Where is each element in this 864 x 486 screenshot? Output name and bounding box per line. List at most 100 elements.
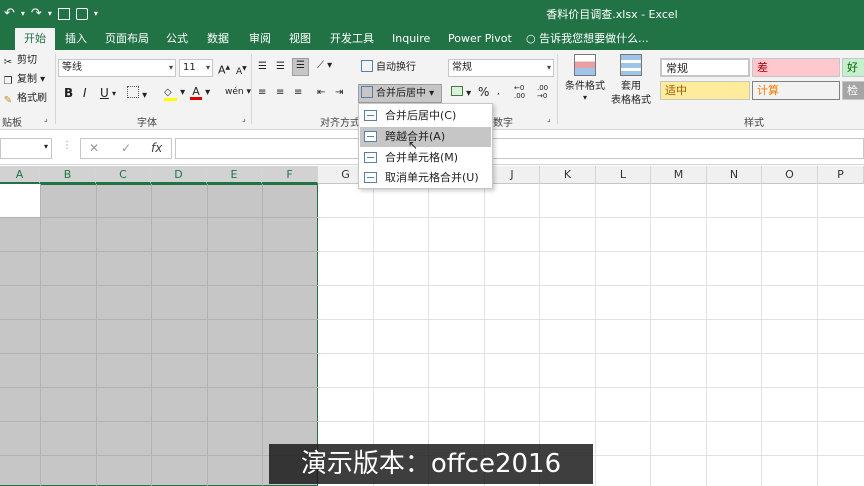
percent-button[interactable]: % bbox=[478, 85, 489, 99]
column-header-l[interactable]: L bbox=[596, 166, 651, 184]
menu-item-merge-cells[interactable]: 合并单元格(M) bbox=[360, 148, 491, 168]
align-left-icon[interactable]: ≡ bbox=[258, 86, 266, 100]
decrease-decimal-icon[interactable]: .00 →0 bbox=[537, 84, 548, 100]
comma-style-icon[interactable]: , bbox=[497, 85, 500, 99]
name-box[interactable]: ▾ bbox=[0, 138, 52, 159]
gridline bbox=[484, 184, 485, 486]
align-center-icon[interactable]: ≡ bbox=[276, 86, 284, 100]
column-header-d[interactable]: D bbox=[151, 166, 207, 184]
tab-view[interactable]: 视图 bbox=[280, 28, 320, 50]
tell-me-box[interactable]: ○ 告诉我您想要做什么... bbox=[526, 28, 649, 50]
format-painter-label: 格式刷 bbox=[17, 93, 47, 104]
gridline bbox=[0, 217, 318, 218]
menu-item-unmerge-cells[interactable]: 取消单元格合并(U) bbox=[360, 168, 491, 188]
window-title: 香料价目调查.xlsx - Excel bbox=[546, 8, 678, 21]
worksheet-grid[interactable]: A B C D E F G H I J K L M N O P bbox=[0, 166, 864, 486]
format-as-table-label-2: 表格格式 bbox=[611, 95, 651, 106]
tab-review[interactable]: 审阅 bbox=[240, 28, 280, 50]
separator bbox=[557, 54, 558, 124]
formula-bar-resize-handle[interactable]: ⋮ bbox=[62, 140, 72, 151]
clipboard-group-label: 贴板 bbox=[2, 118, 22, 129]
font-launcher-icon[interactable]: ⌟ bbox=[242, 114, 246, 123]
tab-page-layout[interactable]: 页面布局 bbox=[96, 28, 158, 50]
phonetic-button[interactable]: wén ▾ bbox=[225, 85, 251, 99]
selected-range[interactable] bbox=[0, 184, 318, 486]
column-header-f[interactable]: F bbox=[262, 166, 318, 184]
gridline bbox=[428, 184, 429, 486]
number-format-combo[interactable]: 常规 ▾ bbox=[448, 59, 554, 77]
orientation-icon[interactable]: ⟋ ▾ bbox=[317, 59, 332, 73]
gridline bbox=[207, 184, 208, 486]
tab-data[interactable]: 数据 bbox=[198, 28, 238, 50]
borders-button[interactable]: ▾ bbox=[127, 86, 147, 103]
tab-formulas[interactable]: 公式 bbox=[157, 28, 197, 50]
tab-home[interactable]: 开始 bbox=[15, 28, 55, 50]
italic-button[interactable]: I bbox=[83, 86, 87, 100]
fill-color-button[interactable]: ◇ ▾ bbox=[164, 86, 185, 101]
formula-buttons: ✕ ✓ fx bbox=[80, 138, 172, 159]
underline-button[interactable]: U bbox=[100, 86, 109, 100]
conditional-formatting-button[interactable]: 条件格式 ▾ bbox=[562, 54, 608, 102]
shrink-font-button[interactable]: A▼ bbox=[236, 62, 247, 79]
menu-item-merge-center[interactable]: 合并后居中(C) bbox=[360, 106, 491, 126]
style-good[interactable]: 好 bbox=[842, 58, 864, 77]
column-header-m[interactable]: M bbox=[651, 166, 707, 184]
font-name-combo[interactable]: 等线 ▾ bbox=[58, 59, 176, 77]
tab-developer[interactable]: 开发工具 bbox=[321, 28, 383, 50]
increase-indent-icon[interactable]: ⇥ bbox=[335, 86, 343, 100]
formula-input[interactable] bbox=[175, 138, 864, 159]
column-header-a[interactable]: A bbox=[0, 166, 40, 184]
format-as-table-button[interactable]: 套用 表格格式 bbox=[607, 54, 655, 108]
style-check-cell[interactable]: 检 bbox=[842, 81, 864, 100]
styles-group-label: 样式 bbox=[744, 118, 764, 129]
merge-center-button[interactable]: 合并后居中 ▾ bbox=[358, 84, 442, 103]
column-header-k[interactable]: K bbox=[540, 166, 596, 184]
column-header-j[interactable]: J bbox=[485, 166, 540, 184]
underline-dropdown-icon[interactable]: ▾ bbox=[112, 87, 116, 101]
ribbon-tabs: 开始 插入 页面布局 公式 数据 审阅 视图 开发工具 Inquire Powe… bbox=[0, 27, 864, 50]
menu-item-merge-across[interactable]: 跨越合并(A) ↖ bbox=[360, 127, 491, 152]
style-neutral[interactable]: 适中 bbox=[660, 81, 750, 100]
grow-font-button[interactable]: A▲ bbox=[218, 61, 230, 78]
column-header-n[interactable]: N bbox=[707, 166, 762, 184]
decrease-indent-icon[interactable]: ⇤ bbox=[317, 86, 325, 100]
style-normal[interactable]: 常规 bbox=[660, 58, 750, 77]
alignment-group-label: 对齐方式 bbox=[320, 118, 360, 129]
style-calculation[interactable]: 计算 bbox=[752, 81, 840, 100]
copy-button[interactable]: ❐ 复制 ▾ bbox=[2, 73, 46, 88]
borders-icon bbox=[127, 86, 139, 98]
currency-icon bbox=[451, 86, 463, 96]
column-header-c[interactable]: C bbox=[96, 166, 151, 184]
cut-button[interactable]: ✂ 剪切 bbox=[2, 54, 37, 69]
format-painter-button[interactable]: ✎ 格式刷 bbox=[2, 92, 47, 107]
tab-power-pivot[interactable]: Power Pivot bbox=[439, 28, 521, 50]
column-header-o[interactable]: O bbox=[762, 166, 818, 184]
increase-decimal-icon[interactable]: ←0.00 bbox=[514, 84, 525, 100]
column-header-b[interactable]: B bbox=[40, 166, 96, 184]
top-align-icon[interactable]: ☰ bbox=[258, 60, 267, 74]
column-header-p[interactable]: P bbox=[818, 166, 864, 184]
font-size-combo[interactable]: 11 ▾ bbox=[179, 59, 213, 77]
bold-button[interactable]: B bbox=[64, 86, 73, 100]
active-cell[interactable] bbox=[0, 184, 40, 217]
accounting-format-button[interactable]: ▾ bbox=[451, 86, 471, 101]
menu-item-label: 合并单元格(M) bbox=[385, 151, 459, 164]
number-launcher-icon[interactable]: ⌟ bbox=[547, 114, 551, 123]
cancel-icon[interactable]: ✕ bbox=[89, 141, 99, 155]
merge-dropdown-menu: 合并后居中(C) 跨越合并(A) ↖ 合并单元格(M) 取消单元格合并(U) bbox=[358, 103, 493, 189]
wrap-text-button[interactable]: 自动换行 bbox=[361, 60, 416, 75]
chevron-down-icon: ▾ bbox=[205, 63, 210, 72]
gridline bbox=[761, 184, 762, 486]
tab-insert[interactable]: 插入 bbox=[56, 28, 96, 50]
insert-function-icon[interactable]: fx bbox=[151, 141, 162, 155]
clipboard-launcher-icon[interactable]: ⌟ bbox=[44, 114, 48, 123]
font-color-button[interactable]: A ▾ bbox=[190, 86, 210, 100]
style-bad[interactable]: 差 bbox=[752, 58, 840, 77]
enter-icon[interactable]: ✓ bbox=[121, 141, 131, 155]
column-header-e[interactable]: E bbox=[207, 166, 262, 184]
bottom-align-icon[interactable]: ☰ bbox=[292, 58, 309, 76]
format-as-table-label-1: 套用 bbox=[621, 81, 641, 92]
tab-inquire[interactable]: Inquire bbox=[383, 28, 439, 50]
middle-align-icon[interactable]: ☰ bbox=[276, 60, 285, 74]
align-right-icon[interactable]: ≡ bbox=[294, 86, 302, 100]
